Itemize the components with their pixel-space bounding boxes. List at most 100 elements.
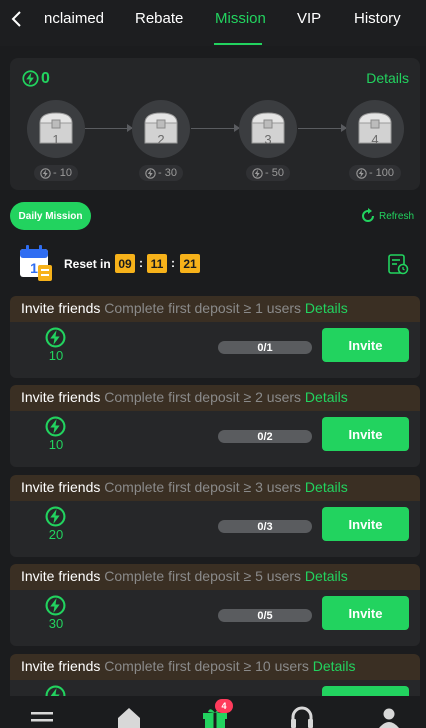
menu-icon[interactable]	[31, 712, 53, 726]
svg-text:1: 1	[30, 260, 38, 276]
progress-arrow	[84, 124, 133, 132]
back-chevron-icon[interactable]	[6, 8, 28, 30]
mission-body	[10, 680, 420, 696]
mission-reward: 10	[48, 348, 64, 363]
mission-condition: Complete first deposit ≥ 1 users	[104, 300, 302, 316]
timer-colon: :	[139, 256, 143, 270]
bolt-icon	[356, 167, 367, 179]
mission-header: Invite friends Complete first deposit ≥ …	[10, 564, 420, 590]
bolt-icon	[145, 167, 156, 179]
bolt-icon	[252, 167, 263, 179]
mission-header: Invite friends Complete first deposit ≥ …	[10, 296, 420, 322]
mission-condition: Complete first deposit ≥ 5 users	[104, 568, 302, 584]
gift-badge: 4	[215, 699, 233, 713]
timer-hours: 09	[115, 254, 135, 273]
chest-number: 4	[371, 132, 379, 147]
chest-number: 2	[157, 132, 165, 147]
timer-seconds: 21	[180, 254, 200, 273]
tab-unclaimed[interactable]: nclaimed	[44, 10, 104, 27]
tab-rebate[interactable]: Rebate	[135, 10, 183, 27]
requirement-text: - 50	[265, 167, 284, 179]
mission-details-link[interactable]: Details	[313, 658, 356, 674]
mission-progress-bar: 0/5	[218, 609, 312, 622]
details-link[interactable]: Details	[366, 70, 409, 86]
invite-button[interactable]: Invite	[322, 417, 409, 451]
progress-arrow	[191, 124, 240, 132]
bolt-icon	[45, 506, 66, 527]
mission-condition: Complete first deposit ≥ 3 users	[104, 479, 302, 495]
invite-button[interactable]	[322, 686, 409, 696]
mission-card: Invite friends Complete first deposit ≥ …	[10, 385, 420, 467]
mission-body: 10 0/1 Invite	[10, 322, 420, 378]
headset-icon[interactable]	[290, 706, 314, 728]
mission-card: Invite friends Complete first deposit ≥ …	[10, 654, 420, 696]
mission-card: Invite friends Complete first deposit ≥ …	[10, 564, 420, 646]
tab-history[interactable]: History	[354, 10, 401, 27]
timer-minutes: 11	[147, 254, 167, 273]
mission-title: Invite friends	[21, 568, 101, 584]
bolt-icon	[22, 70, 39, 87]
requirement-text: - 10	[53, 167, 72, 179]
invite-button[interactable]: Invite	[322, 328, 409, 362]
mission-header: Invite friends Complete first deposit ≥ …	[10, 385, 420, 411]
reset-label: Reset in	[64, 257, 111, 271]
mission-details-link[interactable]: Details	[305, 479, 348, 495]
chest-number: 1	[52, 132, 60, 147]
bottom-nav	[0, 696, 426, 728]
mission-title: Invite friends	[21, 479, 101, 495]
mission-history-icon[interactable]	[387, 253, 409, 275]
bolt-icon	[45, 327, 66, 348]
mission-title: Invite friends	[21, 300, 101, 316]
active-tab-indicator	[214, 43, 262, 45]
mission-title: Invite friends	[21, 658, 101, 674]
refresh-icon	[362, 208, 374, 222]
bolt-icon	[45, 416, 66, 437]
mission-progress-bar: 0/3	[218, 520, 312, 533]
chest-2[interactable]: 2	[132, 100, 190, 158]
chest-requirement: - 30	[139, 165, 183, 181]
chest-requirement: - 50	[246, 165, 290, 181]
chest-3[interactable]: 3	[239, 100, 297, 158]
chest-requirement: - 10	[34, 165, 78, 181]
mission-details-link[interactable]: Details	[305, 568, 348, 584]
daily-mission-pill[interactable]: Daily Mission	[10, 202, 91, 230]
calendar-icon: 1	[20, 245, 52, 281]
mission-title: Invite friends	[21, 389, 101, 405]
mission-progress-bar: 0/1	[218, 341, 312, 354]
mission-card: Invite friends Complete first deposit ≥ …	[10, 296, 420, 378]
mission-card: Invite friends Complete first deposit ≥ …	[10, 475, 420, 557]
tab-vip[interactable]: VIP	[297, 10, 321, 27]
mission-details-link[interactable]: Details	[305, 389, 348, 405]
home-icon[interactable]	[116, 706, 142, 728]
chest-requirement: - 100	[349, 165, 401, 181]
mission-condition: Complete first deposit ≥ 2 users	[104, 389, 302, 405]
user-icon[interactable]	[378, 708, 400, 728]
bolt-icon	[40, 167, 51, 179]
refresh-button[interactable]: Refresh	[360, 208, 414, 224]
chest-number: 3	[264, 132, 272, 147]
invite-button[interactable]: Invite	[322, 507, 409, 541]
mission-body: 30 0/5 Invite	[10, 590, 420, 646]
refresh-label: Refresh	[378, 210, 414, 222]
progress-arrow	[298, 124, 347, 132]
bolt-icon	[45, 685, 66, 696]
mission-reward: 20	[48, 527, 64, 542]
chest-1[interactable]: 1	[27, 100, 85, 158]
tab-bar: nclaimed Rebate Mission VIP History	[0, 0, 426, 46]
mission-progress-panel: 0 Details 1 2 3 4 - 10 - 30 - 50 - 100	[10, 58, 420, 190]
invite-button[interactable]: Invite	[322, 596, 409, 630]
requirement-text: - 30	[158, 167, 177, 179]
mission-body: 20 0/3 Invite	[10, 501, 420, 557]
mission-header: Invite friends Complete first deposit ≥ …	[10, 654, 420, 680]
requirement-text: - 100	[368, 167, 395, 179]
mission-header: Invite friends Complete first deposit ≥ …	[10, 475, 420, 501]
mission-reward: 30	[48, 616, 64, 631]
mission-condition: Complete first deposit ≥ 10 users	[104, 658, 309, 674]
mission-progress-bar: 0/2	[218, 430, 312, 443]
mission-body: 10 0/2 Invite	[10, 411, 420, 467]
tab-mission[interactable]: Mission	[215, 10, 266, 27]
points-count: 0	[41, 70, 50, 87]
chest-4[interactable]: 4	[346, 100, 404, 158]
mission-details-link[interactable]: Details	[305, 300, 348, 316]
timer-colon: :	[171, 256, 175, 270]
